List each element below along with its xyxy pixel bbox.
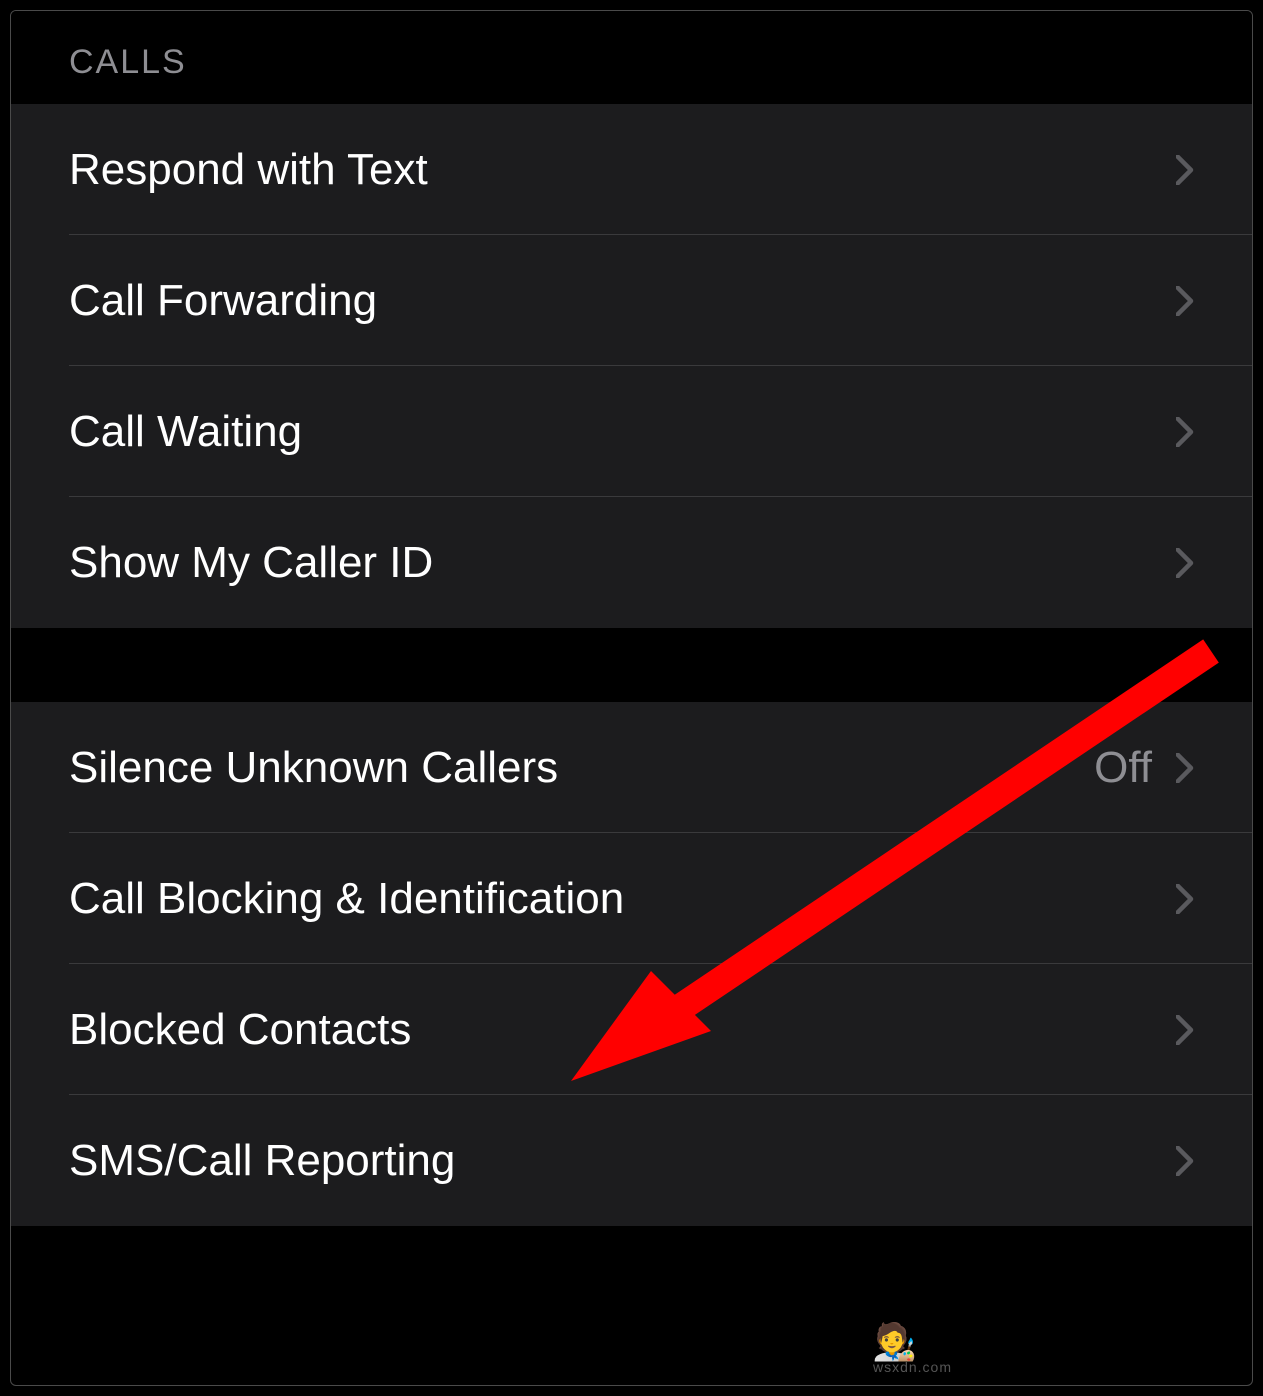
row-call-forwarding[interactable]: Call Forwarding (11, 235, 1252, 366)
row-call-blocking-identification[interactable]: Call Blocking & Identification (11, 833, 1252, 964)
settings-group-2: Silence Unknown Callers Off Call Blockin… (11, 702, 1252, 1226)
row-blocked-contacts[interactable]: Blocked Contacts (11, 964, 1252, 1095)
section-header-calls: CALLS (11, 11, 1252, 104)
row-label: Respond with Text (69, 145, 428, 195)
row-label: Call Waiting (69, 407, 302, 457)
row-silence-unknown-callers[interactable]: Silence Unknown Callers Off (11, 702, 1252, 833)
bottom-gap (11, 1226, 1252, 1304)
chevron-right-icon (1176, 1015, 1194, 1045)
section-gap (11, 628, 1252, 702)
row-sms-call-reporting[interactable]: SMS/Call Reporting (11, 1095, 1252, 1226)
row-value: Off (1094, 743, 1152, 793)
row-show-my-caller-id[interactable]: Show My Caller ID (11, 497, 1252, 628)
row-respond-with-text[interactable]: Respond with Text (11, 104, 1252, 235)
row-call-waiting[interactable]: Call Waiting (11, 366, 1252, 497)
chevron-right-icon (1176, 884, 1194, 914)
chevron-right-icon (1176, 155, 1194, 185)
chevron-right-icon (1176, 548, 1194, 578)
chevron-right-icon (1176, 1146, 1194, 1176)
chevron-right-icon (1176, 286, 1194, 316)
watermark-text: wsxdn.com (873, 1359, 952, 1375)
row-label: Blocked Contacts (69, 1005, 411, 1055)
row-label: Call Blocking & Identification (69, 874, 624, 924)
row-label: SMS/Call Reporting (69, 1136, 455, 1186)
row-label: Silence Unknown Callers (69, 743, 558, 793)
row-label: Call Forwarding (69, 276, 377, 326)
settings-group-1: Respond with Text Call Forwarding Call W… (11, 104, 1252, 628)
row-label: Show My Caller ID (69, 538, 433, 588)
chevron-right-icon (1176, 753, 1194, 783)
avatar-icon: 🧑‍🎨 (872, 1321, 917, 1363)
chevron-right-icon (1176, 417, 1194, 447)
